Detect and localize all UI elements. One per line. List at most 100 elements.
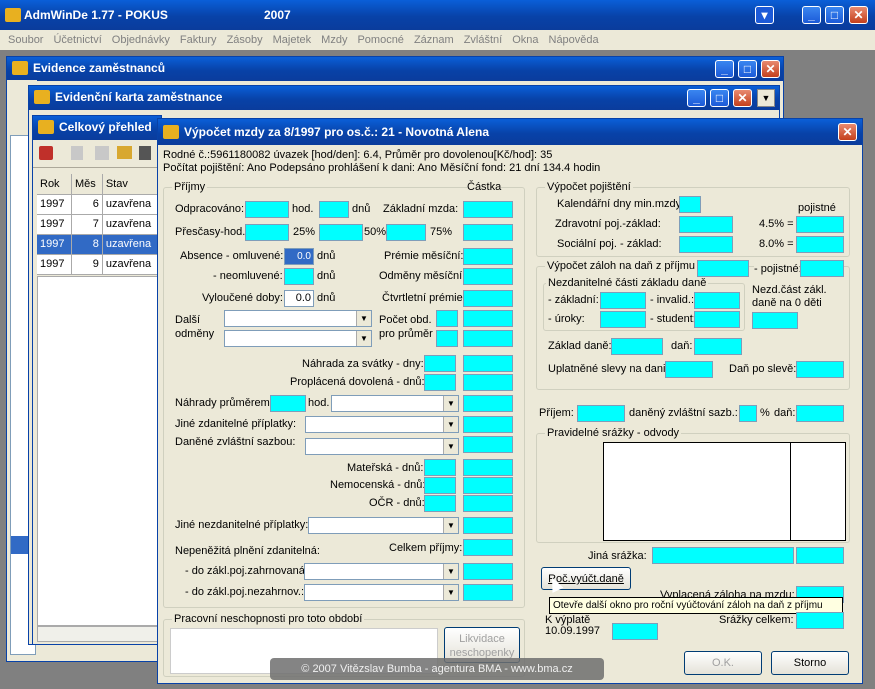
uroky-field[interactable] xyxy=(600,311,646,328)
table-row[interactable]: 1997 9 uzavřena xyxy=(37,254,162,275)
jine-zdan-castka-field[interactable] xyxy=(463,416,513,433)
dalsi-castka-2[interactable] xyxy=(463,330,513,347)
materska-castka-field[interactable] xyxy=(463,459,513,476)
app-close-button[interactable]: ✕ xyxy=(849,6,868,24)
column-header[interactable]: Stav xyxy=(102,174,162,195)
karta-minimize[interactable]: _ xyxy=(687,89,706,107)
danene-zvl-combo[interactable]: ▼ xyxy=(305,438,459,455)
trash-icon[interactable] xyxy=(139,146,151,160)
prehled-hscrollbar[interactable] xyxy=(37,626,161,642)
absence-field[interactable]: 0.0 xyxy=(284,248,314,265)
dan-field[interactable] xyxy=(694,338,742,355)
ocr-castka-field[interactable] xyxy=(463,495,513,512)
evidence-maximize[interactable]: □ xyxy=(738,60,757,78)
jina-srazka-castka-field[interactable] xyxy=(796,547,844,564)
table-row[interactable]: 1997 7 uzavřena xyxy=(37,214,162,235)
jine-zdan-combo[interactable]: ▼ xyxy=(305,416,459,433)
evidence-minimize[interactable]: _ xyxy=(715,60,734,78)
premie-field[interactable] xyxy=(463,248,513,265)
menu-item[interactable]: Účetnictví xyxy=(53,34,101,46)
materska-dny-field[interactable] xyxy=(424,459,456,476)
menu-item[interactable]: Mzdy xyxy=(321,34,347,46)
prescasy-75-field[interactable] xyxy=(386,224,426,241)
zahrnovana-castka-field[interactable] xyxy=(463,563,513,580)
karta-maximize[interactable]: □ xyxy=(710,89,729,107)
jine-nezdan-combo[interactable]: ▼ xyxy=(308,517,459,534)
menu-item[interactable]: Pomocné xyxy=(357,34,403,46)
new-icon[interactable] xyxy=(71,146,83,160)
dalsi-odmeny-combo-2[interactable]: ▼ xyxy=(224,330,372,347)
dan-po-sleve-field[interactable] xyxy=(796,361,844,378)
odpracovano-hod-field[interactable] xyxy=(245,201,289,218)
ctvrtletni-field[interactable] xyxy=(463,290,513,307)
zaklad-dane-field[interactable] xyxy=(611,338,663,355)
menu-item[interactable]: Zvláštní xyxy=(464,34,503,46)
nemocenska-dny-field[interactable] xyxy=(424,477,456,494)
zalohy-pojistne-field[interactable] xyxy=(800,260,844,277)
student-field[interactable] xyxy=(694,311,740,328)
svatky-dny-field[interactable] xyxy=(424,355,456,372)
menu-item[interactable]: Soubor xyxy=(8,34,43,46)
menu-item[interactable]: Faktury xyxy=(180,34,217,46)
srazky-celkem-field[interactable] xyxy=(796,612,844,629)
vyloucene-field[interactable]: 0.0 xyxy=(284,290,314,307)
soc-pojistne-field[interactable] xyxy=(796,236,844,253)
dovolena-dny-field[interactable] xyxy=(424,374,456,391)
neomluvene-field[interactable] xyxy=(284,268,314,285)
nezd-deti-field[interactable] xyxy=(752,312,798,329)
svatky-castka-field[interactable] xyxy=(463,355,513,372)
karta-close[interactable]: ✕ xyxy=(733,89,752,107)
nezahrnov-combo[interactable]: ▼ xyxy=(304,584,459,601)
prescasy-castka-field[interactable] xyxy=(463,224,513,241)
pocet-obd-field-1[interactable] xyxy=(436,310,458,327)
nahrady-castka-field[interactable] xyxy=(463,395,513,412)
zvl-dan-field[interactable] xyxy=(796,405,844,422)
slevy-field[interactable] xyxy=(665,361,713,378)
nahrady-combo[interactable]: ▼ xyxy=(331,395,459,412)
zalohy-field[interactable] xyxy=(697,260,749,277)
copy-icon[interactable] xyxy=(95,146,109,160)
jina-srazka-field[interactable] xyxy=(652,547,794,564)
srazky-list[interactable] xyxy=(603,442,846,541)
menu-item[interactable]: Zásoby xyxy=(227,34,263,46)
ok-button[interactable]: O.K. xyxy=(684,651,762,675)
pocet-obd-field-2[interactable] xyxy=(436,330,458,347)
dalsi-odmeny-combo-1[interactable]: ▼ xyxy=(224,310,372,327)
celkem-prijmy-field[interactable] xyxy=(463,539,513,556)
app-maximize-button[interactable]: □ xyxy=(825,6,844,24)
app-minimize-button[interactable]: _ xyxy=(802,6,821,24)
prijem-field[interactable] xyxy=(577,405,625,422)
odpracovano-dnu-field[interactable] xyxy=(319,201,349,218)
danene-zvl-castka-field[interactable] xyxy=(463,436,513,453)
k-vyplate-field[interactable] xyxy=(612,623,658,640)
evidence-close[interactable]: ✕ xyxy=(761,60,780,78)
dalsi-castka-1[interactable] xyxy=(463,310,513,327)
zakladni-mzda-field[interactable] xyxy=(463,201,513,218)
table-row[interactable]: 1997 8 uzavřena xyxy=(37,234,162,255)
menu-item[interactable]: Okna xyxy=(512,34,538,46)
folder-icon[interactable] xyxy=(117,146,132,159)
nahrady-hod-field[interactable] xyxy=(270,395,306,412)
jine-nezdan-castka-field[interactable] xyxy=(463,517,513,534)
kal-dny-field[interactable] xyxy=(679,196,701,213)
soc-zaklad-field[interactable] xyxy=(679,236,733,253)
nemocenska-castka-field[interactable] xyxy=(463,477,513,494)
zahrnovana-combo[interactable]: ▼ xyxy=(304,563,459,580)
zdrav-zaklad-field[interactable] xyxy=(679,216,733,233)
zakladni-field[interactable] xyxy=(600,292,646,309)
table-row[interactable]: 1997 6 uzavřena xyxy=(37,194,162,215)
column-header[interactable]: Rok xyxy=(37,174,72,195)
ocr-dny-field[interactable] xyxy=(424,495,456,512)
danene-pct-field[interactable] xyxy=(739,405,757,422)
karta-dropdown-icon[interactable]: ▼ xyxy=(757,89,775,107)
invalid-field[interactable] xyxy=(694,292,740,309)
menu-item[interactable]: Záznam xyxy=(414,34,454,46)
open-icon[interactable] xyxy=(39,146,53,160)
menu-item[interactable]: Nápověda xyxy=(549,34,599,46)
column-header[interactable]: Měs xyxy=(71,174,103,195)
zdrav-pojistne-field[interactable] xyxy=(796,216,844,233)
dovolena-castka-field[interactable] xyxy=(463,374,513,391)
nezahrnov-castka-field[interactable] xyxy=(463,584,513,601)
prescasy-50-field[interactable] xyxy=(319,224,363,241)
storno-button[interactable]: Storno xyxy=(771,651,849,675)
